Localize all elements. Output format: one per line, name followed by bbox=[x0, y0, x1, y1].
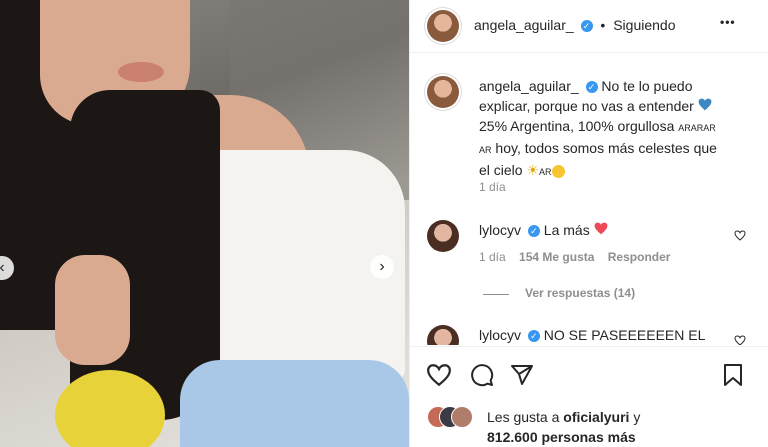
separator-dot: • bbox=[600, 17, 606, 33]
sun-icon: ☀ bbox=[526, 162, 540, 178]
flag-text-c: AR bbox=[539, 167, 552, 177]
comment-likes[interactable]: 154 Me gusta bbox=[519, 250, 594, 264]
comment-avatar[interactable] bbox=[427, 220, 459, 252]
post-header: angela_aguilar_ ✓ • Siguiendo ••• bbox=[410, 0, 768, 52]
red-heart-icon bbox=[594, 222, 608, 235]
comment-username[interactable]: lylocyv bbox=[479, 222, 521, 238]
flag-text-b: AR bbox=[479, 145, 492, 155]
caption-line3: 25% Argentina, 100% orgullosa bbox=[479, 118, 675, 134]
crying-face-icon bbox=[551, 164, 565, 178]
verified-icon: ✓ bbox=[580, 20, 593, 33]
liker-username[interactable]: oficialyuri bbox=[563, 409, 629, 425]
likes-prefix: Les gusta a bbox=[487, 409, 560, 425]
view-replies-link[interactable]: Ver respuestas (14) bbox=[525, 286, 635, 300]
hand bbox=[55, 255, 130, 365]
lips bbox=[118, 62, 164, 82]
action-bar bbox=[410, 360, 768, 392]
reply-button[interactable]: Responder bbox=[608, 250, 671, 264]
post-photo[interactable]: ‹ › bbox=[0, 0, 409, 447]
likes-suffix: y bbox=[633, 409, 641, 425]
bookmark-icon[interactable] bbox=[722, 363, 744, 387]
verified-icon: ✓ bbox=[527, 330, 540, 343]
jeans bbox=[180, 360, 409, 447]
blue-heart-icon bbox=[698, 98, 712, 111]
header-username[interactable]: angela_aguilar_ bbox=[474, 17, 574, 33]
comment-icon[interactable] bbox=[470, 363, 494, 387]
caption-line2: explicar, porque no vas a entender bbox=[479, 98, 694, 114]
caption-line4: hoy, todos somos más celestes que bbox=[495, 140, 717, 156]
verified-icon: ✓ bbox=[527, 225, 540, 238]
follow-status-button[interactable]: Siguiendo bbox=[613, 17, 675, 33]
caption-line5: el cielo bbox=[479, 162, 523, 178]
divider bbox=[410, 346, 768, 347]
comment-username[interactable]: lylocyv bbox=[479, 327, 521, 343]
caption-username[interactable]: angela_aguilar_ bbox=[479, 78, 579, 94]
comment-time[interactable]: 1 día bbox=[479, 250, 506, 264]
caption-line1: No te lo puedo bbox=[601, 78, 693, 94]
likes-summary: Les gusta a oficialyuri y 812.600 person… bbox=[410, 404, 768, 445]
divider bbox=[410, 52, 768, 53]
heart-icon[interactable] bbox=[426, 363, 452, 387]
view-replies[interactable]: Ver respuestas (14) bbox=[410, 286, 768, 302]
share-icon[interactable] bbox=[510, 363, 534, 387]
more-icon[interactable]: ••• bbox=[720, 15, 736, 29]
comment: lylocyv ✓ La más 1 día 154 Me gusta Resp… bbox=[410, 218, 768, 268]
replies-line bbox=[483, 294, 509, 295]
comment-text: NO SE PASEEEEEEN EL bbox=[543, 327, 706, 343]
verified-icon: ✓ bbox=[585, 81, 598, 94]
caption: angela_aguilar_ ✓ No te lo puedo explica… bbox=[410, 68, 768, 198]
comment: lylocyv ✓ NO SE PASEEEEEEN EL bbox=[410, 323, 768, 345]
flag-text-a: ARARAR bbox=[678, 123, 716, 133]
liker-avatars[interactable] bbox=[427, 406, 477, 428]
comment-text: La más bbox=[543, 222, 590, 238]
chevron-right-icon[interactable]: › bbox=[370, 255, 394, 279]
caption-avatar[interactable] bbox=[427, 76, 459, 108]
likes-count[interactable]: 812.600 personas más bbox=[487, 429, 636, 445]
heart-icon[interactable] bbox=[734, 335, 746, 345]
comment-avatar[interactable] bbox=[427, 325, 459, 345]
caption-time[interactable]: 1 día bbox=[479, 180, 506, 194]
heart-icon[interactable] bbox=[734, 230, 746, 241]
avatar[interactable] bbox=[427, 10, 459, 42]
post-side-panel: angela_aguilar_ ✓ • Siguiendo ••• angela… bbox=[409, 0, 768, 447]
